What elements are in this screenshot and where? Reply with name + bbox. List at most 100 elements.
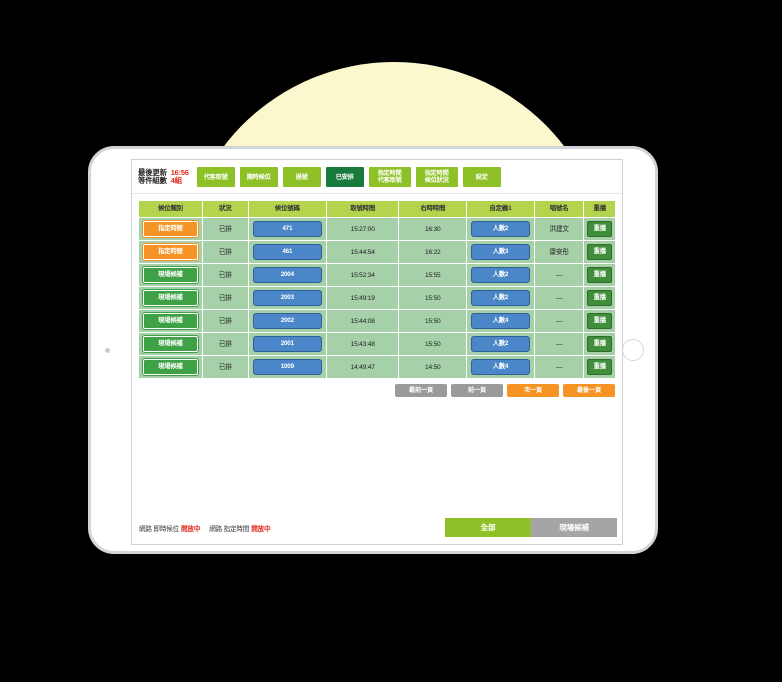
app-bottom-bar: 網路 即時候位 開放中 網路 指定時間 開放中 全部 現場候補 bbox=[132, 518, 622, 544]
queue-number-button[interactable]: 2001 bbox=[252, 336, 322, 352]
cell-ticket-time: 15:27:00 bbox=[325, 217, 400, 241]
queue-type-badge[interactable]: 指定時間 bbox=[142, 244, 199, 260]
cell-call-name: 洪建文 bbox=[533, 217, 585, 241]
table-row: 現場候補 已排 2004 15:52:34 15:55 人數2 — 重播 bbox=[138, 263, 616, 287]
queue-type-badge[interactable]: 現場候補 bbox=[142, 290, 199, 306]
queue-type-badge[interactable]: 現場候補 bbox=[142, 359, 199, 375]
tab-appointment-queue-status[interactable]: 指定時間 候位狀況 bbox=[414, 166, 459, 188]
cell-status: 已排 bbox=[201, 217, 249, 241]
pagination-prev-button[interactable]: 前一頁 bbox=[451, 384, 503, 397]
replay-button[interactable]: 重播 bbox=[587, 313, 613, 329]
tablet-screen: 最後更新 等件組數 16:56 4組 代客取號 隨時候位 過號 已安排 指定時間… bbox=[131, 159, 623, 545]
cell-queue-type: 指定時間 bbox=[138, 240, 203, 264]
tab-appointment-proxy-ticket-sublabel: 代客取號 bbox=[377, 177, 402, 184]
cell-appointment-time: 16:22 bbox=[398, 240, 468, 264]
cell-queue-number: 2004 bbox=[247, 263, 327, 287]
cell-ticket-time: 15:52:34 bbox=[325, 263, 400, 287]
network-status-group: 網路 即時候位 開放中 網路 指定時間 開放中 bbox=[139, 523, 271, 533]
replay-button[interactable]: 重播 bbox=[587, 336, 613, 352]
tablet-device: 最後更新 等件組數 16:56 4組 代客取號 隨時候位 過號 已安排 指定時間… bbox=[88, 146, 658, 554]
replay-button[interactable]: 重播 bbox=[587, 244, 613, 260]
tab-appointment-queue-status-label: 指定時間 bbox=[424, 170, 449, 177]
cell-status: 已排 bbox=[201, 309, 249, 333]
queue-number-button[interactable]: 2002 bbox=[252, 313, 322, 329]
home-button[interactable] bbox=[622, 339, 644, 361]
queue-type-badge[interactable]: 現場候補 bbox=[142, 336, 199, 352]
queue-type-badge[interactable]: 指定時間 bbox=[142, 221, 199, 237]
front-camera-icon bbox=[105, 347, 110, 353]
custom1-button[interactable]: 人數2 bbox=[471, 267, 530, 283]
pagination-first-button[interactable]: 最前一頁 bbox=[395, 384, 447, 397]
cell-call-name: — bbox=[533, 309, 585, 333]
cell-custom1: 人數2 bbox=[466, 263, 535, 287]
tab-appointment-proxy-ticket[interactable]: 指定時間 代客取號 bbox=[367, 166, 412, 188]
tab-passed-number[interactable]: 過號 bbox=[281, 166, 322, 188]
custom1-button[interactable]: 人數4 bbox=[471, 359, 530, 375]
table-row: 現場候補 已排 2002 15:44:08 15:50 人數4 — 重播 bbox=[138, 309, 616, 333]
table-row: 現場候補 已排 2003 15:49:19 15:50 人數2 — 重播 bbox=[138, 286, 616, 310]
tab-scheduled[interactable]: 已安排 bbox=[324, 166, 365, 188]
replay-button[interactable]: 重播 bbox=[587, 359, 613, 375]
filter-all-button[interactable]: 全部 bbox=[445, 518, 531, 537]
filter-onsite-button[interactable]: 現場候補 bbox=[531, 518, 617, 537]
network-realtime-status: 網路 即時候位 開放中 bbox=[139, 523, 200, 533]
custom1-button[interactable]: 人數4 bbox=[471, 313, 530, 329]
cell-call-name: — bbox=[533, 263, 585, 287]
col-header-queue-type: 候位類別 bbox=[138, 200, 203, 218]
last-update-status: 最後更新 等件組數 16:56 4組 bbox=[138, 168, 189, 186]
cell-status: 已排 bbox=[201, 332, 249, 356]
col-header-queue-number: 候位號碼 bbox=[247, 200, 327, 218]
replay-button[interactable]: 重播 bbox=[587, 221, 613, 237]
network-realtime-label: 網路 即時候位 bbox=[139, 525, 179, 533]
cell-queue-number: 461 bbox=[247, 240, 327, 264]
cell-ticket-time: 14:49:47 bbox=[325, 355, 400, 379]
replay-button[interactable]: 重播 bbox=[587, 290, 613, 306]
cell-appointment-time: 14:50 bbox=[398, 355, 468, 379]
pagination-next-button[interactable]: 次一頁 bbox=[507, 384, 559, 397]
last-update-labels: 最後更新 等件組數 bbox=[138, 168, 167, 186]
cell-custom1: 人數2 bbox=[466, 332, 535, 356]
table-row: 現場候補 已排 2001 15:43:48 15:50 人數2 — 重播 bbox=[138, 332, 616, 356]
tab-appointment-queue-status-sublabel: 候位狀況 bbox=[424, 177, 449, 184]
tab-proxy-ticket[interactable]: 代客取號 bbox=[195, 166, 236, 188]
replay-button[interactable]: 重播 bbox=[587, 267, 613, 283]
filter-button-group: 全部 現場候補 bbox=[445, 518, 617, 537]
cell-appointment-time: 16:30 bbox=[398, 217, 468, 241]
cell-queue-type: 現場候補 bbox=[138, 309, 203, 333]
queue-number-button[interactable]: 471 bbox=[252, 221, 322, 237]
cell-appointment-time: 15:55 bbox=[398, 263, 468, 287]
cell-queue-type: 現場候補 bbox=[138, 355, 203, 379]
tab-settings[interactable]: 設定 bbox=[461, 166, 502, 188]
tab-realtime-queue[interactable]: 隨時候位 bbox=[238, 166, 279, 188]
screenshot-stage: 最後更新 等件組數 16:56 4組 代客取號 隨時候位 過號 已安排 指定時間… bbox=[0, 0, 782, 682]
cell-replay: 重播 bbox=[583, 240, 616, 264]
cell-status: 已排 bbox=[201, 240, 249, 264]
queue-number-button[interactable]: 2003 bbox=[252, 290, 322, 306]
cell-queue-number: 2003 bbox=[247, 286, 327, 310]
queue-table-body: 指定時間 已排 471 15:27:00 16:30 人數2 洪建文 重播 指定… bbox=[138, 217, 616, 379]
queue-type-badge[interactable]: 現場候補 bbox=[142, 267, 199, 283]
cell-queue-type: 現場候補 bbox=[138, 286, 203, 310]
cell-replay: 重播 bbox=[583, 355, 616, 379]
cell-replay: 重播 bbox=[583, 309, 616, 333]
network-realtime-state: 開放中 bbox=[181, 525, 201, 533]
queue-table-head: 候位類別 狀況 候位號碼 取號時間 右時時間 自定義1 唱號名 重播 bbox=[138, 200, 616, 218]
queue-number-button[interactable]: 461 bbox=[252, 244, 322, 260]
custom1-button[interactable]: 人數2 bbox=[471, 221, 530, 237]
pagination-last-button[interactable]: 最後一頁 bbox=[563, 384, 615, 397]
custom1-button[interactable]: 人數2 bbox=[471, 290, 530, 306]
queue-number-button[interactable]: 1009 bbox=[252, 359, 322, 375]
main-tab-bar: 代客取號 隨時候位 過號 已安排 指定時間 代客取號 指定時間 候位狀況 設定 bbox=[195, 166, 617, 188]
col-header-ticket-time: 取號時間 bbox=[325, 200, 400, 218]
queue-number-button[interactable]: 2004 bbox=[252, 267, 322, 283]
tab-passed-number-label: 過號 bbox=[295, 173, 308, 181]
app-top-bar: 最後更新 等件組數 16:56 4組 代客取號 隨時候位 過號 已安排 指定時間… bbox=[132, 160, 622, 194]
cell-custom1: 人數4 bbox=[466, 355, 535, 379]
queue-type-badge[interactable]: 現場候補 bbox=[142, 313, 199, 329]
cell-custom1: 人數2 bbox=[466, 286, 535, 310]
tab-settings-label: 設定 bbox=[475, 173, 488, 181]
cell-status: 已排 bbox=[201, 286, 249, 310]
custom1-button[interactable]: 人數2 bbox=[471, 336, 530, 352]
custom1-button[interactable]: 人數3 bbox=[471, 244, 530, 260]
